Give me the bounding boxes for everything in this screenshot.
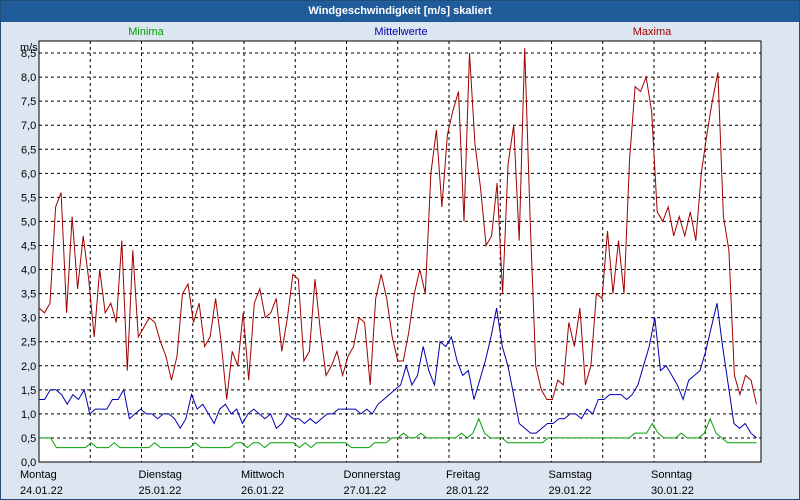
y-tick-label: 0,5 (21, 433, 36, 445)
x-tick-day: Freitag (446, 469, 480, 481)
wind-speed-chart: 0,0 0,5 1,0 1,5 2,0 2,5 3,0 3,5 4,0 4,5 5,0 5,5 6,0 6… (20, 26, 762, 497)
y-tick-label: 2,0 (21, 361, 36, 373)
x-tick-day: Montag (20, 469, 57, 481)
x-tick-date: 28.01.22 (446, 485, 489, 497)
x-tick-day: Samstag (549, 469, 592, 481)
legend-mittelwerte: Mittelwerte (374, 26, 427, 38)
y-tick-label: 1,5 (21, 385, 36, 397)
y-axis-label: m/s (20, 42, 38, 54)
y-tick-label: 4,0 (21, 265, 36, 277)
x-tick-date: 29.01.22 (549, 485, 592, 497)
x-tick-day: Sonntag (651, 469, 692, 481)
x-tick-date: 27.01.22 (344, 485, 387, 497)
x-tick-date: 30.01.22 (651, 485, 694, 497)
plot-area (38, 40, 762, 463)
y-tick-label: 7,0 (21, 120, 36, 132)
y-tick-label: 1,0 (21, 409, 36, 421)
y-tick-labels: 0,0 0,5 1,0 1,5 2,0 2,5 3,0 3,5 4,0 4,5 5,0 5,5 6,0 6… (21, 48, 36, 469)
legend-minima: Minima (128, 26, 164, 38)
y-tick-label: 3,0 (21, 313, 36, 325)
x-tick-date: 24.01.22 (20, 485, 63, 497)
y-tick-label: 7,5 (21, 96, 36, 108)
y-tick-label: 6,0 (21, 168, 36, 180)
x-tick-date: 26.01.22 (241, 485, 284, 497)
y-tick-label: 6,5 (21, 144, 36, 156)
y-tick-label: 5,0 (21, 216, 36, 228)
x-tick-day: Donnerstag (344, 469, 401, 481)
x-tick-day: Mittwoch (241, 469, 284, 481)
y-tick-label: 5,5 (21, 192, 36, 204)
y-tick-label: 3,5 (21, 289, 36, 301)
x-tick-date: 25.01.22 (139, 485, 182, 497)
x-tick-labels: Montag 24.01.22 Dienstag 25.01.22 Mittwoch 26… (20, 469, 694, 497)
x-tick-day: Dienstag (139, 469, 182, 481)
legend-maxima: Maxima (633, 26, 672, 38)
y-tick-label: 2,5 (21, 337, 36, 349)
y-tick-label: 4,5 (21, 240, 36, 252)
y-tick-label: 8,0 (21, 72, 36, 84)
y-tick-label: 0,0 (21, 457, 36, 469)
